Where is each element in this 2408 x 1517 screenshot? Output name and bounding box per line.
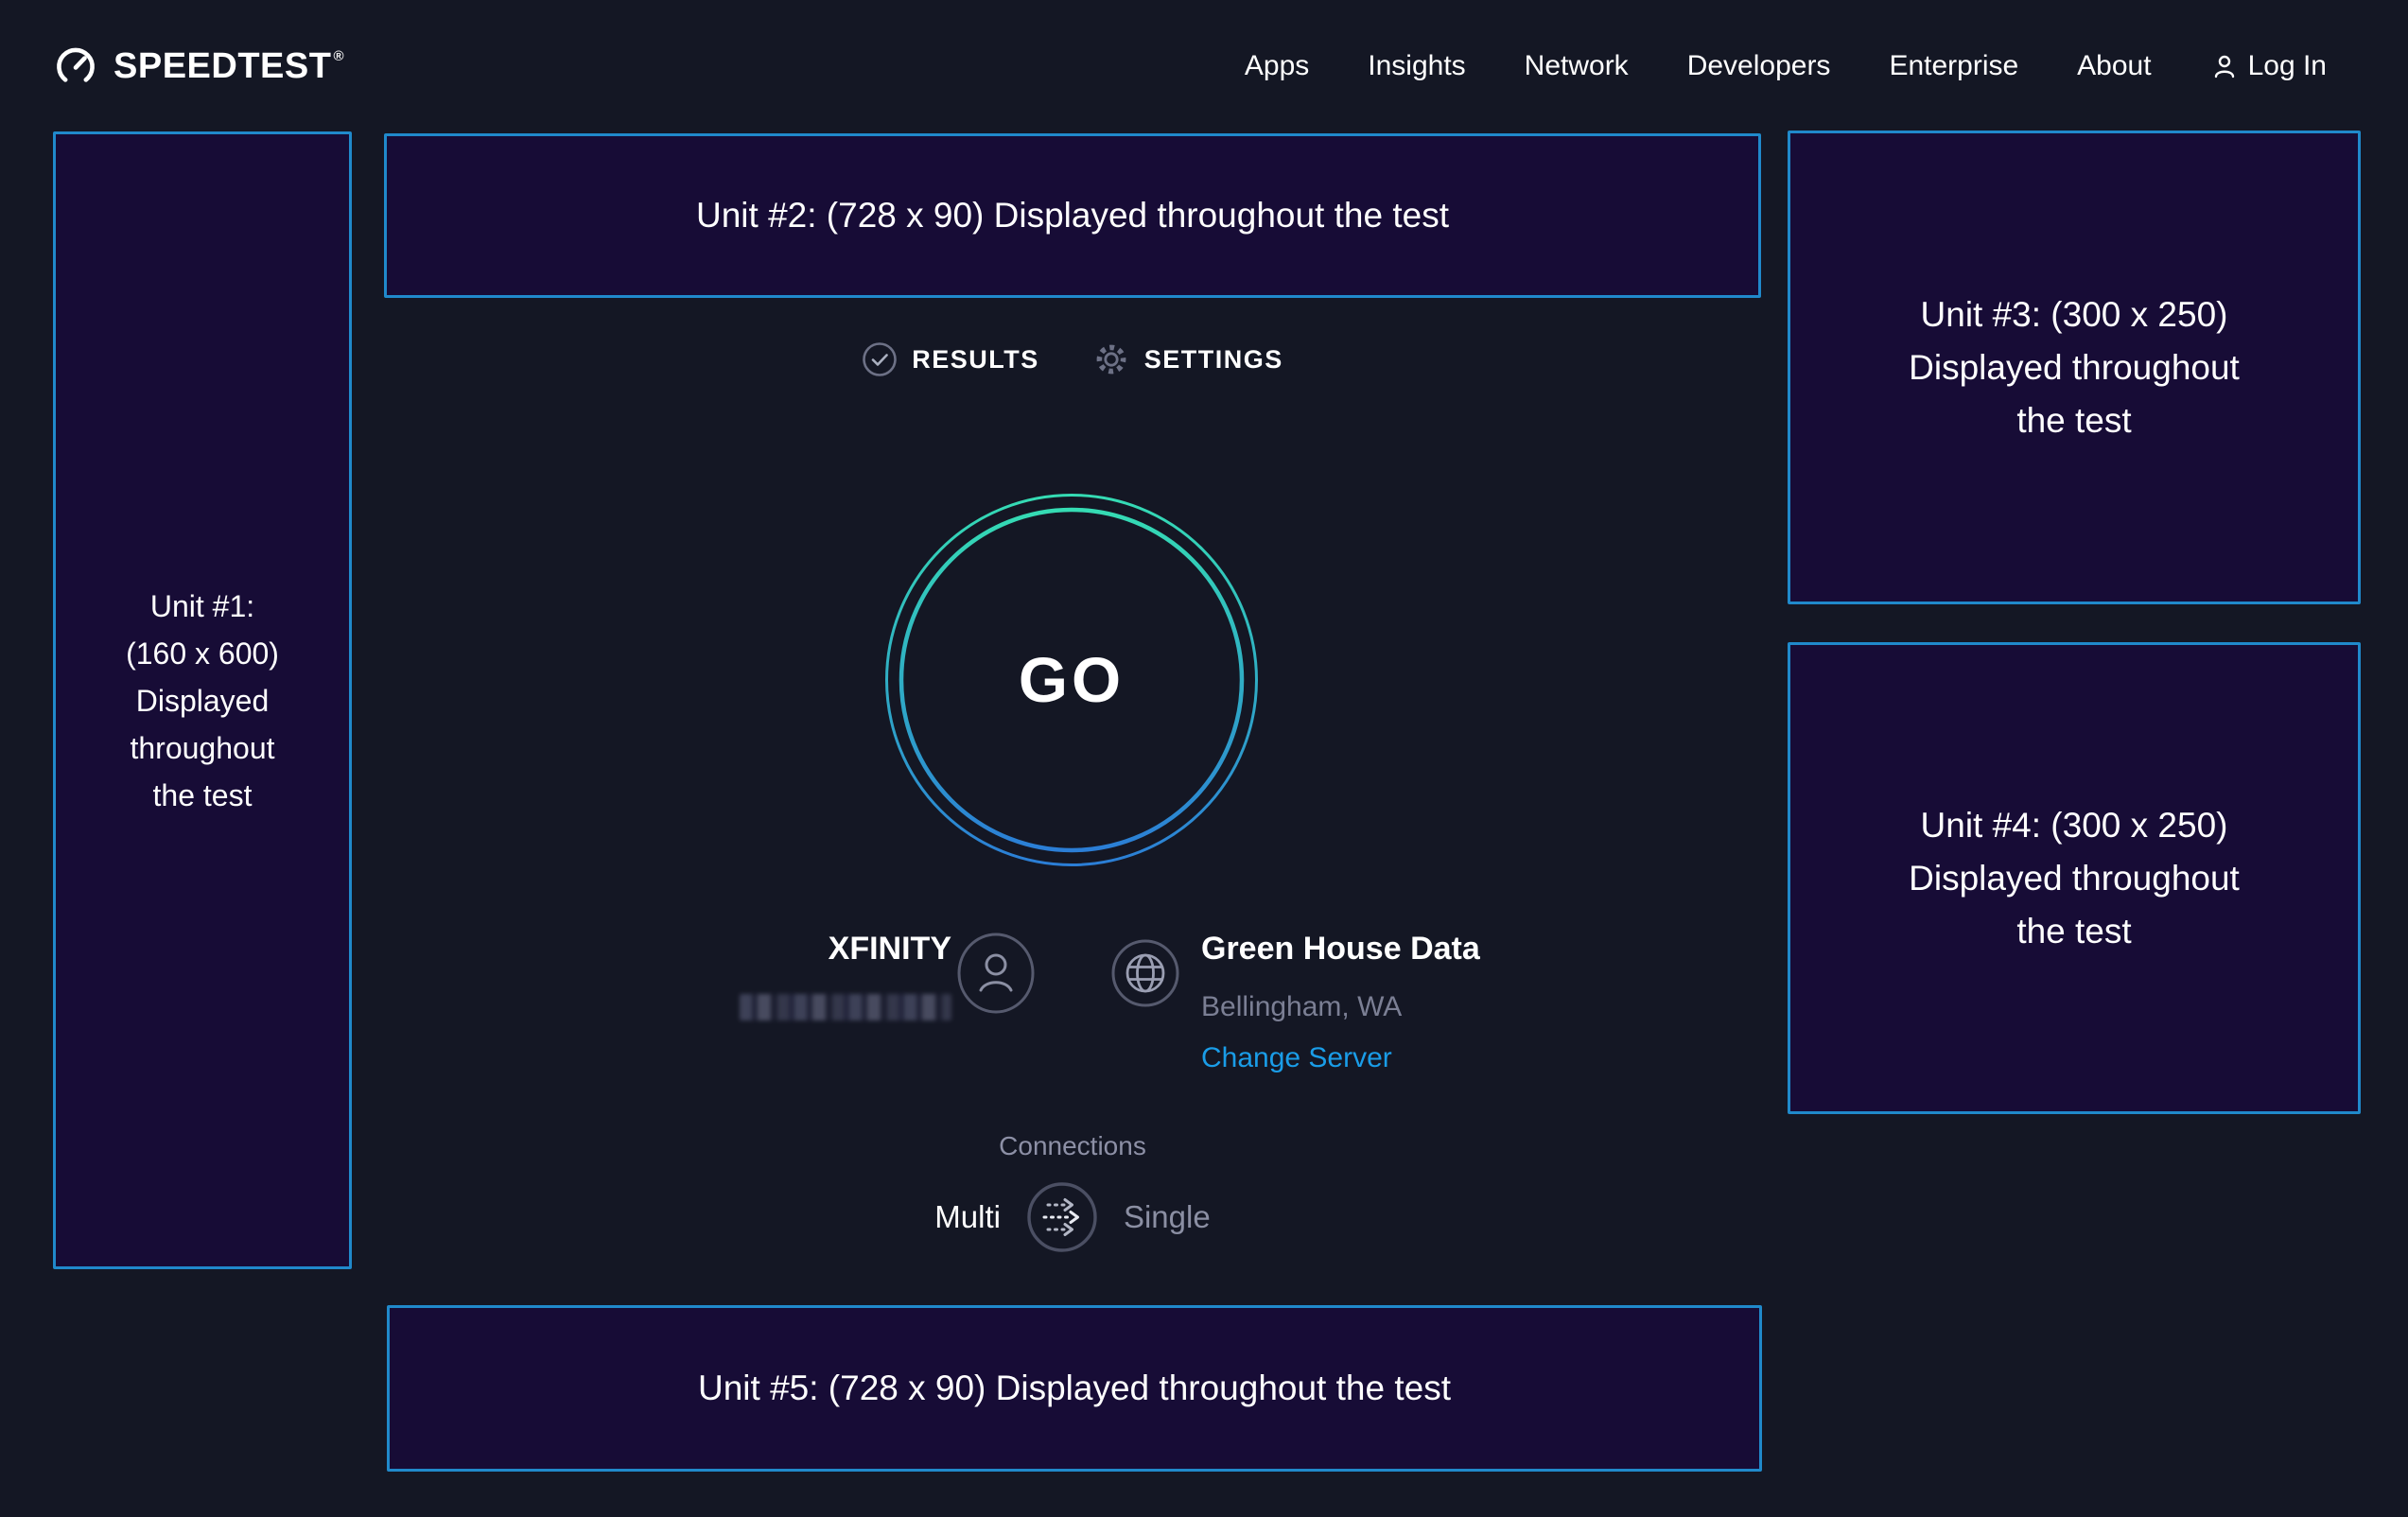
ad-unit-1[interactable]: Unit #1: (160 x 600) Displayed throughou… bbox=[53, 131, 352, 1269]
login-label: Log In bbox=[2248, 50, 2327, 82]
connections-toggle-button[interactable] bbox=[1025, 1180, 1099, 1254]
tab-settings[interactable]: SETTINGS bbox=[1092, 340, 1283, 378]
go-button[interactable]: GO bbox=[884, 493, 1259, 867]
ad-unit-4-text: Unit #4: (300 x 250) Displayed throughou… bbox=[1909, 799, 2240, 958]
gear-icon bbox=[1092, 340, 1130, 378]
nav-apps[interactable]: Apps bbox=[1245, 50, 1309, 82]
brand-trademark: ® bbox=[333, 48, 344, 64]
ad-unit-2-text: Unit #2: (728 x 90) Displayed throughout… bbox=[696, 196, 1449, 235]
person-icon bbox=[2210, 52, 2239, 80]
ad-unit-4[interactable]: Unit #4: (300 x 250) Displayed throughou… bbox=[1788, 642, 2361, 1114]
connections-multi-label[interactable]: Multi bbox=[934, 1199, 1001, 1235]
connections-label: Connections bbox=[384, 1131, 1761, 1161]
brand-name: SPEEDTEST bbox=[113, 46, 331, 87]
isp-name: XFINITY bbox=[662, 931, 951, 968]
person-circle-icon bbox=[955, 933, 1037, 1014]
ad-unit-3[interactable]: Unit #3: (300 x 250) Displayed throughou… bbox=[1788, 131, 2361, 604]
nav-enterprise[interactable]: Enterprise bbox=[1889, 50, 2018, 82]
nav-developers[interactable]: Developers bbox=[1687, 50, 1831, 82]
nav-network[interactable]: Network bbox=[1525, 50, 1629, 82]
main-nav: Apps Insights Network Developers Enterpr… bbox=[1245, 50, 2327, 82]
ad-unit-2[interactable]: Unit #2: (728 x 90) Displayed throughout… bbox=[384, 133, 1761, 298]
tab-settings-label: SETTINGS bbox=[1144, 345, 1283, 375]
tab-results[interactable]: RESULTS bbox=[862, 341, 1039, 377]
view-tabs: RESULTS SETTINGS bbox=[384, 340, 1761, 378]
server-provider: Green House Data bbox=[1201, 931, 1480, 968]
multi-arrows-icon bbox=[1025, 1180, 1099, 1254]
connections-single-label[interactable]: Single bbox=[1124, 1199, 1211, 1235]
nav-insights[interactable]: Insights bbox=[1368, 50, 1465, 82]
speedtest-page: SPEEDTEST ® Apps Insights Network Develo… bbox=[0, 0, 2408, 1517]
connections-toggle-row: Multi Single bbox=[384, 1179, 1761, 1255]
header: SPEEDTEST ® Apps Insights Network Develo… bbox=[0, 0, 2408, 132]
nav-about[interactable]: About bbox=[2077, 50, 2151, 82]
tab-results-label: RESULTS bbox=[912, 345, 1039, 375]
login-button[interactable]: Log In bbox=[2210, 50, 2327, 82]
change-server-link[interactable]: Change Server bbox=[1201, 1042, 1392, 1074]
gauge-icon bbox=[53, 44, 98, 89]
ad-unit-3-text: Unit #3: (300 x 250) Displayed throughou… bbox=[1909, 288, 2240, 447]
isp-ip-redacted bbox=[740, 994, 951, 1020]
speedtest-logo[interactable]: SPEEDTEST ® bbox=[53, 44, 344, 89]
ad-unit-5-text: Unit #5: (728 x 90) Displayed throughout… bbox=[698, 1369, 1451, 1408]
ad-unit-1-text: Unit #1: (160 x 600) Displayed throughou… bbox=[126, 583, 279, 819]
ad-unit-5[interactable]: Unit #5: (728 x 90) Displayed throughout… bbox=[387, 1305, 1762, 1472]
check-circle-icon bbox=[862, 341, 898, 377]
globe-circle-icon bbox=[1110, 938, 1180, 1008]
go-label: GO bbox=[884, 493, 1259, 867]
server-location: Bellingham, WA bbox=[1201, 991, 1402, 1023]
